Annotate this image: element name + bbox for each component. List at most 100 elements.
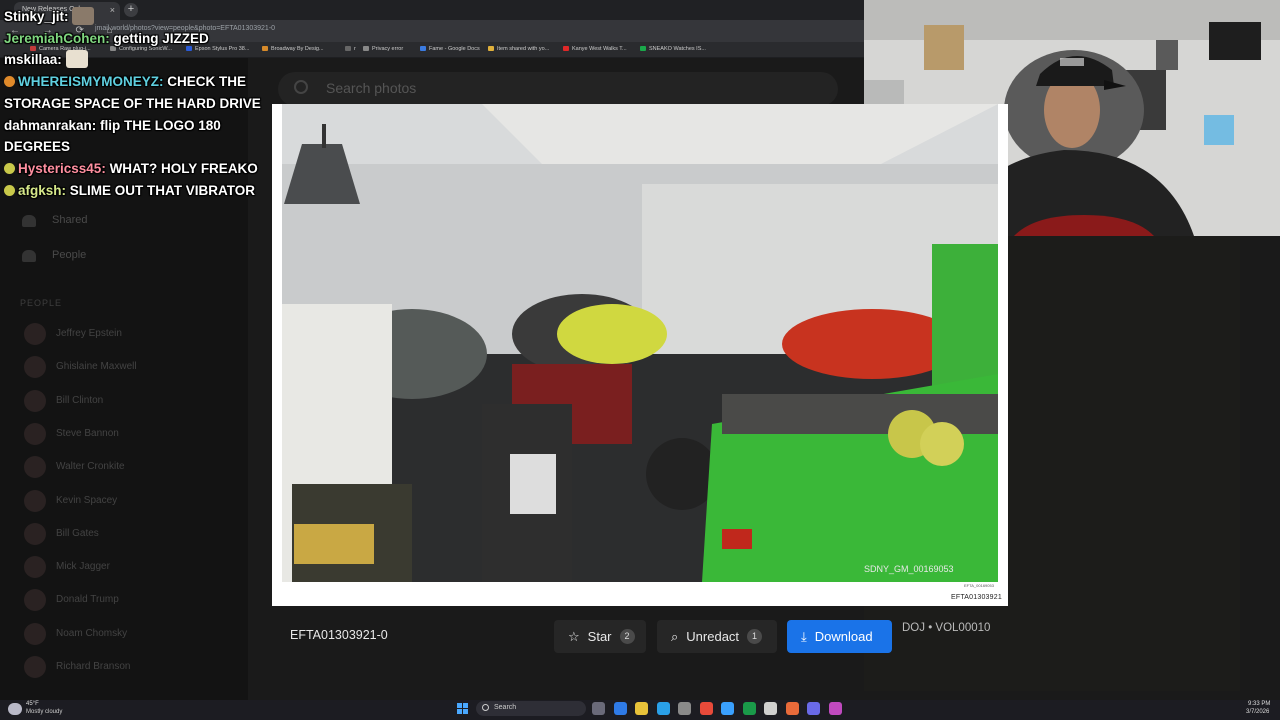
taskbar-app-icon[interactable] xyxy=(635,702,648,715)
taskbar-app-icon[interactable] xyxy=(742,702,756,715)
taskbar-app-icon[interactable] xyxy=(656,702,670,715)
person-name: Richard Branson xyxy=(56,661,131,672)
chat-message: JeremiahCohen: getting JIZZED xyxy=(4,28,274,50)
unredact-button[interactable]: ⌕ Unredact 1 xyxy=(657,620,777,653)
photo-caption: EFTA01303921 xyxy=(951,594,1002,601)
warehouse-photo xyxy=(282,104,998,582)
download-button[interactable]: ⤓ Download xyxy=(787,620,892,653)
chat-message: WHEREISMYMONEYZ: CHECK THE STORAGE SPACE… xyxy=(4,71,274,114)
person-name: Donald Trump xyxy=(56,594,119,606)
person-name: Noam Chomsky xyxy=(56,627,128,639)
bookmark-item[interactable]: Item shared with yo... xyxy=(488,46,549,52)
bookmark-label: SNEAKO Watches IS... xyxy=(649,46,706,52)
unredact-count: 1 xyxy=(747,629,763,644)
bookmark-favicon-icon xyxy=(420,46,426,51)
taskbar-app-icon[interactable] xyxy=(828,702,842,715)
chat-text: getting JIZZED xyxy=(113,30,209,46)
bookmark-item[interactable]: Kanye West Walks T... xyxy=(563,46,627,52)
person-name: Kevin Spacey xyxy=(56,494,118,506)
chat-username: JeremiahCohen: xyxy=(4,30,114,46)
bookmark-favicon-icon xyxy=(563,46,569,51)
download-icon: ⤓ xyxy=(801,628,807,644)
bookmark-label: Item shared with yo... xyxy=(497,46,550,52)
taskbar-app-icon[interactable] xyxy=(592,702,605,715)
chat-text: SLIME OUT THAT VIBRATOR xyxy=(69,182,256,198)
photo-small-label: EFTA_00169053 xyxy=(964,583,994,588)
person-name: Walter Cronkite xyxy=(56,461,125,473)
bookmark-label: Kanye West Walks T... xyxy=(572,46,627,52)
sidebar-item-shared[interactable]: Shared xyxy=(52,214,87,226)
avatar xyxy=(24,656,46,678)
chat-text: WHAT? HOLY FREAKO xyxy=(109,160,258,176)
bookmark-label: Fame - Google Docs xyxy=(429,46,480,52)
people-icon xyxy=(22,250,36,262)
bookmark-label: Broadway By Desig... xyxy=(271,46,324,52)
evidence-photo[interactable] xyxy=(282,104,998,582)
bookmark-item[interactable]: Privacy error xyxy=(363,46,403,52)
avatar xyxy=(24,422,46,445)
avatar xyxy=(24,622,46,645)
avatar xyxy=(24,323,46,345)
taskbar-search-label: Search xyxy=(494,704,517,711)
taskbar-app-icon[interactable] xyxy=(764,702,777,715)
bookmark-item[interactable]: Fame - Google Docs xyxy=(420,46,480,52)
search-icon xyxy=(294,80,308,94)
star-label: Star xyxy=(587,629,612,644)
star-icon: ☆ xyxy=(568,628,580,644)
person-name: Mick Jagger xyxy=(56,561,110,573)
magnify-icon: ⌕ xyxy=(671,628,679,644)
taskbar-search[interactable] xyxy=(476,701,586,716)
sidebar-item-people[interactable]: People xyxy=(52,249,86,261)
chat-message: dahmanrakan: flip THE LOGO 180 DEGREES xyxy=(4,115,274,158)
chat-username: WHEREISMYMONEYZ: xyxy=(18,74,168,90)
bookmark-favicon-icon xyxy=(488,46,494,51)
chat-message: Hystericss45: WHAT? HOLY FREAKO xyxy=(4,158,274,180)
chat-username: afgksh: xyxy=(18,182,70,198)
person-name: Bill Clinton xyxy=(56,394,104,406)
chat-badge-icon xyxy=(4,76,15,88)
taskbar-app-icon[interactable] xyxy=(807,702,820,715)
chat-message: mskillaa: xyxy=(4,49,274,71)
cloud-icon[interactable] xyxy=(8,703,22,715)
search-icon xyxy=(482,704,489,711)
chat-message: afgksh: SLIME OUT THAT VIBRATOR xyxy=(4,180,274,202)
bookmark-label: r xyxy=(354,46,356,52)
taskbar-app-icon[interactable] xyxy=(721,702,734,715)
person-name: Bill Gates xyxy=(56,527,99,539)
source-volume-label: DOJ • VOL00010 xyxy=(902,622,991,634)
photo-filename: EFTA01303921-0 xyxy=(290,628,388,642)
stream-chat-overlay: Stinky_jit: JeremiahCohen: getting JIZZE… xyxy=(4,6,274,201)
chat-username: Stinky_jit: xyxy=(4,9,73,24)
taskbar-app-icon[interactable] xyxy=(678,702,691,715)
weather-temperature[interactable]: 45°F xyxy=(26,701,39,707)
star-count: 2 xyxy=(619,629,635,644)
taskbar-app-icon[interactable] xyxy=(613,702,627,715)
chat-username: dahmanrakan: xyxy=(4,117,101,133)
download-label: Download xyxy=(814,629,873,644)
clock-time[interactable]: 9:33 PM xyxy=(1248,701,1270,707)
chat-username: Hystericss45: xyxy=(18,160,110,176)
chat-emote-icon xyxy=(72,7,95,25)
avatar xyxy=(24,522,46,545)
chat-message: Stinky_jit: xyxy=(4,6,274,28)
weather-description[interactable]: Mostly cloudy xyxy=(26,709,62,715)
clock-date[interactable]: 3/7/2026 xyxy=(1246,709,1269,715)
photo-bates-stamp: SDNY_GM_00169053 xyxy=(864,564,954,574)
chat-username: mskillaa: xyxy=(4,52,66,68)
person-name: Jeffrey Epstein xyxy=(56,328,122,339)
star-button[interactable]: ☆ Star 2 xyxy=(554,620,646,653)
search-placeholder: Search photos xyxy=(326,80,417,96)
bookmark-item[interactable]: SNEAKO Watches IS... xyxy=(640,46,706,52)
bookmark-favicon-icon xyxy=(363,46,369,51)
bookmark-item[interactable]: r xyxy=(345,46,356,52)
people-section-label: PEOPLE xyxy=(20,298,63,308)
start-button[interactable] xyxy=(457,703,469,715)
chat-badge-icon xyxy=(4,184,15,196)
chat-emote-icon xyxy=(65,50,88,69)
taskbar-app-icon[interactable] xyxy=(785,702,799,715)
chat-badge-icon xyxy=(4,162,15,174)
taskbar-app-icon[interactable] xyxy=(699,702,713,715)
person-name: Ghislaine Maxwell xyxy=(56,361,137,373)
avatar xyxy=(24,556,46,579)
person-name: Steve Bannon xyxy=(56,427,119,439)
